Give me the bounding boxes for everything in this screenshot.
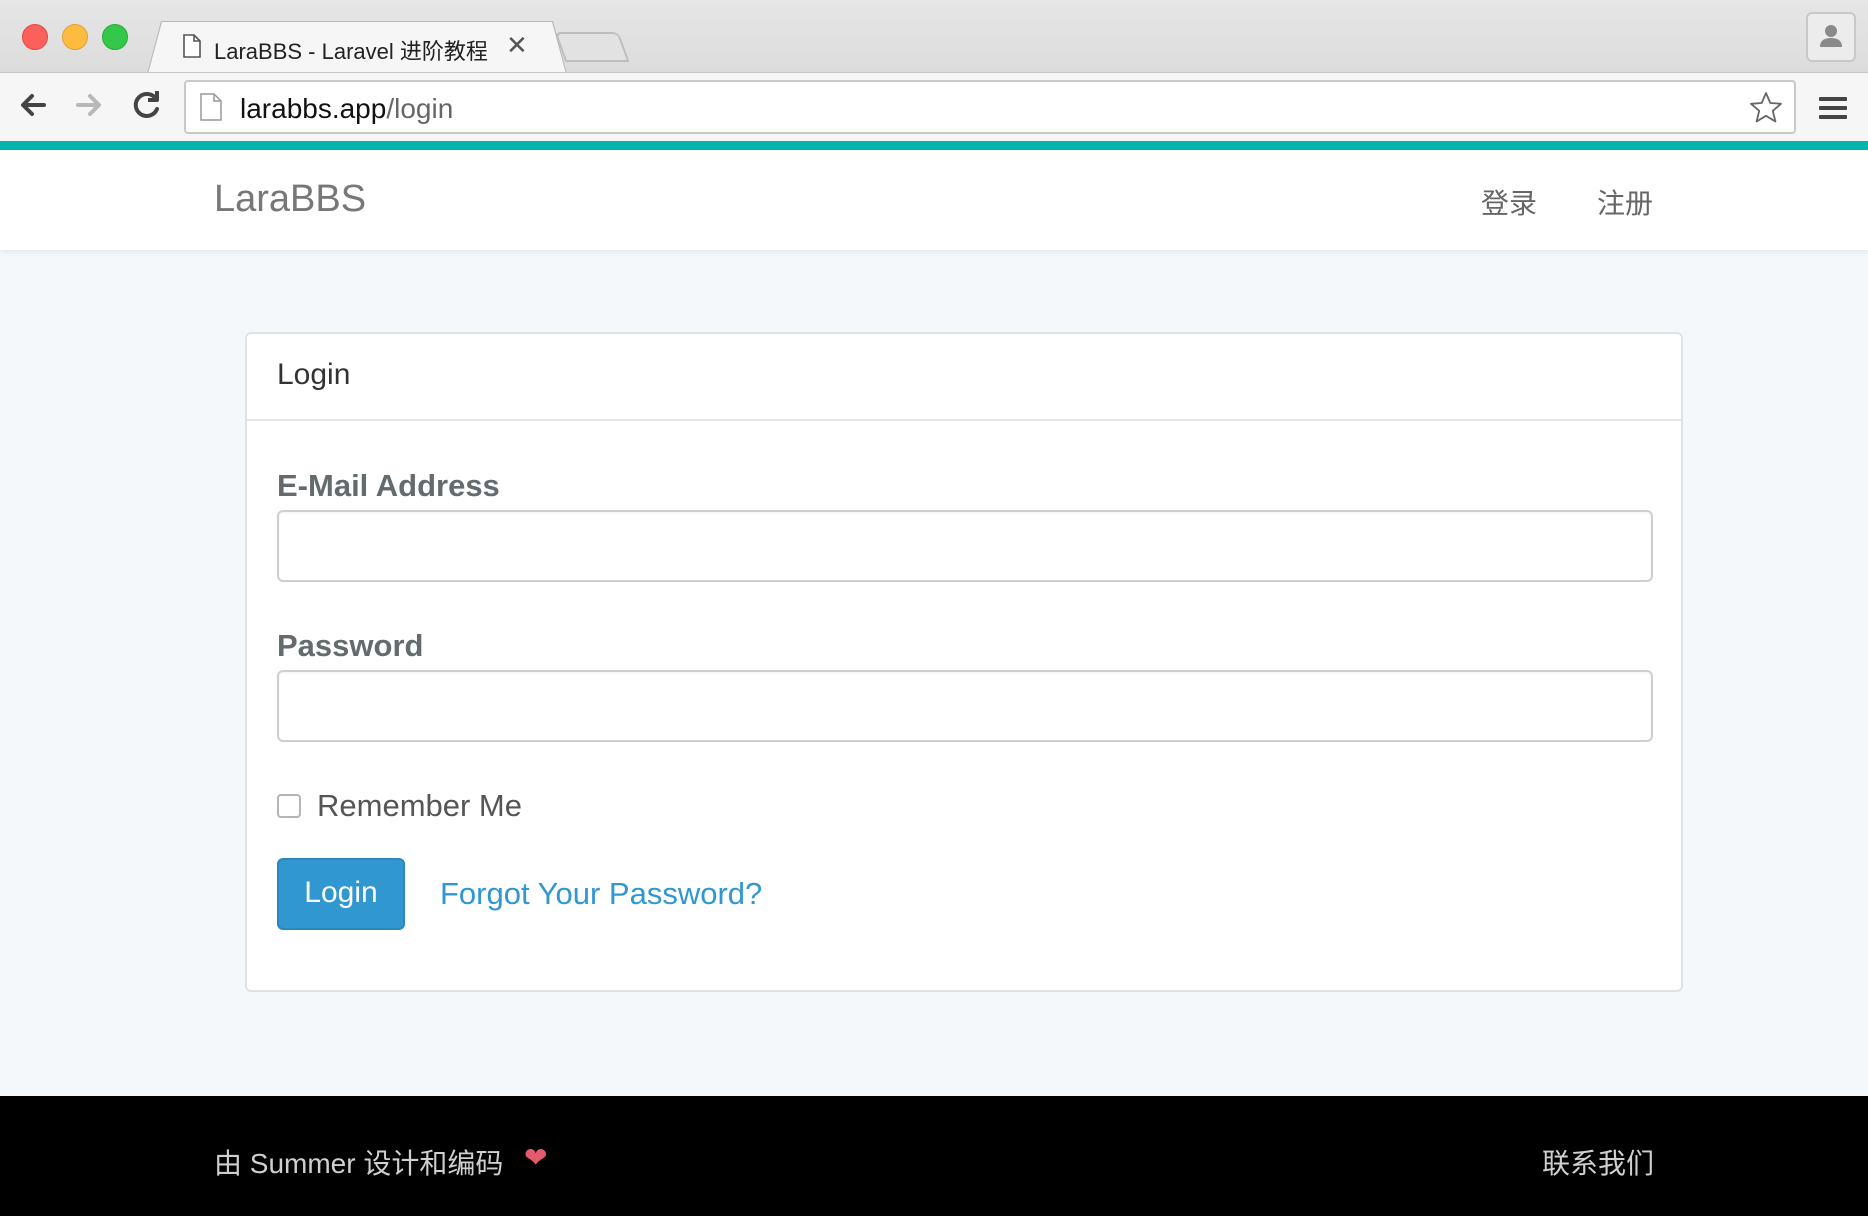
nav-register-link[interactable]: 注册 <box>1597 182 1653 222</box>
remember-me-checkbox[interactable] <box>277 794 301 818</box>
browser-toolbar: larabbs.app/login <box>0 72 1868 141</box>
footer-credit: 由 Summer 设计和编码 <box>214 1148 504 1179</box>
url-text[interactable]: larabbs.app/login <box>240 93 453 125</box>
email-field[interactable] <box>277 510 1653 582</box>
tab-title: LaraBBS - Laravel 进阶教程 <box>214 39 488 64</box>
site-footer: 由 Summer 设计和编码 ❤ 联系我们 <box>0 1096 1868 1216</box>
site-navbar: LaraBBS 登录 注册 <box>0 150 1868 250</box>
close-tab-icon[interactable]: ✕ <box>506 32 528 58</box>
login-button[interactable]: Login <box>277 858 405 930</box>
accent-bar <box>0 141 1868 150</box>
new-tab-button[interactable] <box>554 32 630 62</box>
password-field[interactable] <box>277 670 1653 742</box>
remember-me-label[interactable]: Remember Me <box>317 788 522 824</box>
user-profile-icon <box>1820 25 1842 47</box>
address-bar[interactable]: larabbs.app/login <box>184 80 1796 134</box>
minimize-window-button[interactable] <box>62 24 88 50</box>
email-label: E-Mail Address <box>277 468 500 503</box>
tab-strip: LaraBBS - Laravel 进阶教程 ✕ <box>0 0 1868 74</box>
zoom-window-button[interactable] <box>102 24 128 50</box>
page-icon <box>200 93 222 121</box>
login-panel: Login E-Mail Address Password Remember M… <box>245 332 1683 992</box>
url-host: larabbs.app <box>240 93 387 124</box>
reload-icon[interactable] <box>126 85 166 125</box>
panel-heading: Login <box>247 334 1681 421</box>
back-arrow-icon[interactable] <box>14 85 54 125</box>
profile-button[interactable] <box>1806 12 1856 62</box>
forgot-password-link[interactable]: Forgot Your Password? <box>440 876 762 912</box>
hamburger-menu-icon[interactable] <box>1818 93 1848 123</box>
password-label: Password <box>277 628 424 663</box>
forward-arrow-icon[interactable] <box>68 85 108 125</box>
browser-chrome: LaraBBS - Laravel 进阶教程 ✕ larabbs.app/log… <box>0 0 1868 150</box>
panel-title: Login <box>277 358 351 391</box>
nav-login-link[interactable]: 登录 <box>1481 182 1537 222</box>
star-icon[interactable] <box>1748 90 1784 126</box>
contact-us-link[interactable]: 联系我们 <box>1542 1142 1654 1182</box>
close-window-button[interactable] <box>22 24 48 50</box>
heart-icon: ❤ <box>524 1142 548 1173</box>
url-path: /login <box>386 93 454 124</box>
brand-logo[interactable]: LaraBBS <box>214 178 366 221</box>
document-icon <box>183 34 201 58</box>
